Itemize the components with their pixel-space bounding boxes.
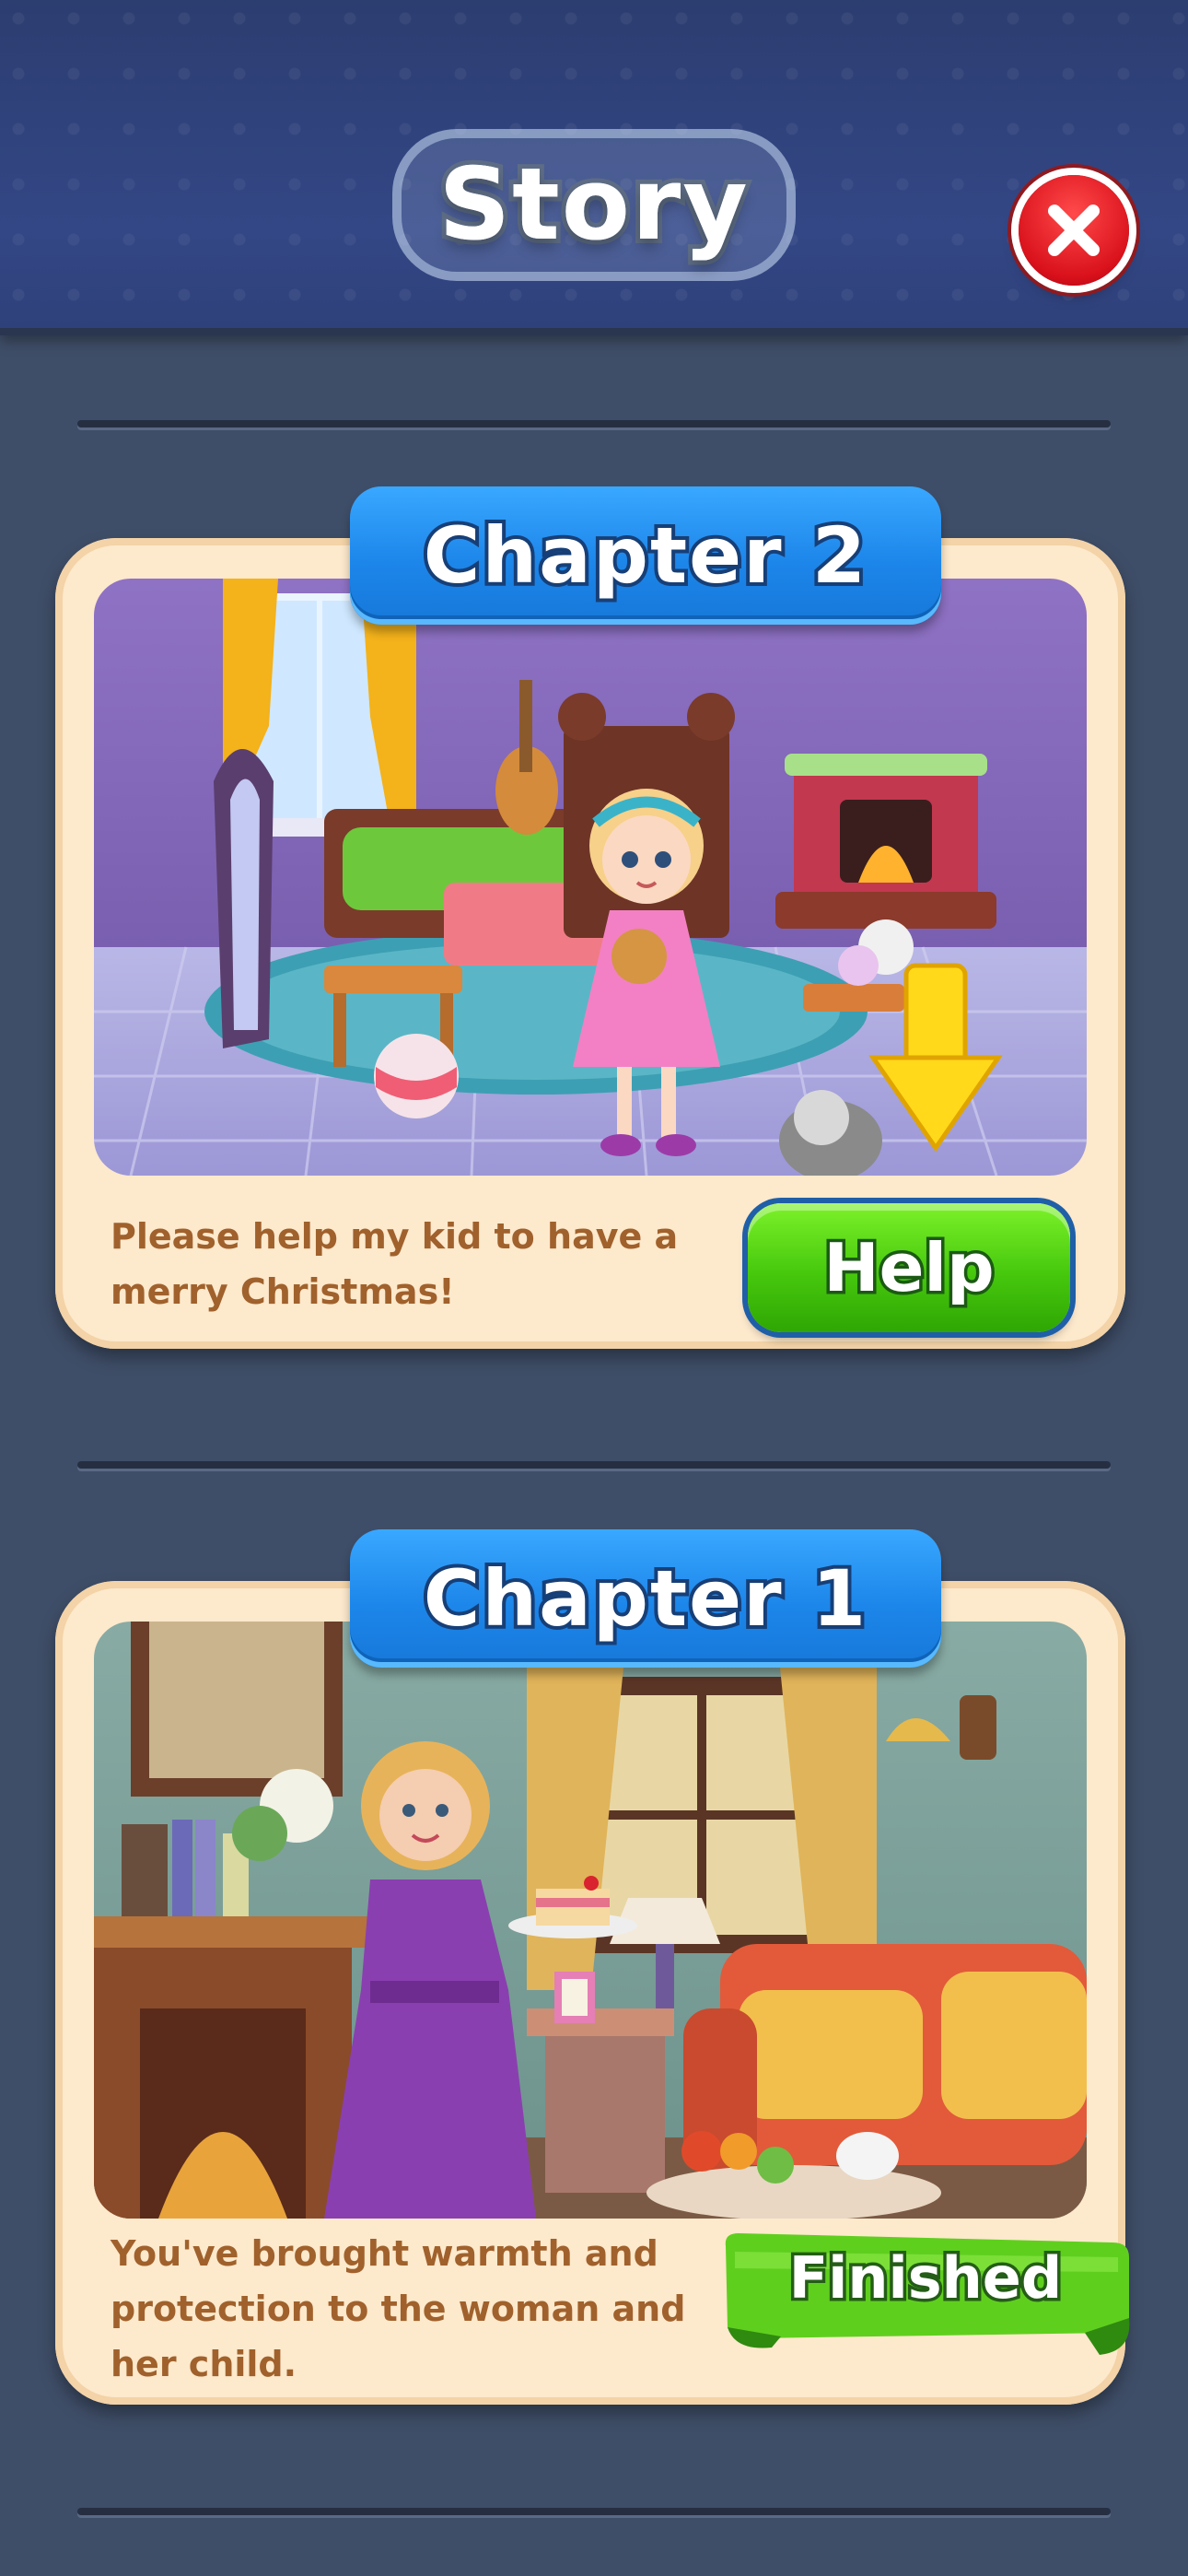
divider xyxy=(77,420,1111,427)
chapter-card-2: Chapter 2 Please help my kid to have a m… xyxy=(55,486,1125,1349)
chapter-1-description: You've brought warmth and protection to … xyxy=(111,2226,685,2392)
chapter-2-title: Chapter 2 xyxy=(420,507,870,604)
chapter-1-description-line-3: her child. xyxy=(111,2344,297,2384)
help-button[interactable]: Help xyxy=(748,1203,1070,1332)
chapter-1-description-line-2: protection to the woman and xyxy=(111,2289,686,2329)
kids-bedroom-illustration xyxy=(94,579,1087,1176)
chapter-1-description-line-1: You've brought warmth and xyxy=(111,2233,658,2274)
chapter-1-image[interactable] xyxy=(94,1622,1087,2219)
close-icon xyxy=(1048,205,1100,256)
living-room-illustration xyxy=(94,1622,1087,2219)
page-title-text: Story xyxy=(402,138,786,272)
chapter-2-description-line-2: merry Christmas! xyxy=(111,1271,455,1312)
chapter-1-banner: Chapter 1 xyxy=(350,1529,941,1668)
page-title: Story xyxy=(0,138,1188,272)
header-bar: Story xyxy=(0,0,1188,328)
chapter-2-image[interactable] xyxy=(94,579,1087,1176)
chapter-1-title: Chapter 1 xyxy=(420,1550,870,1647)
chapter-2-description: Please help my kid to have a merry Chris… xyxy=(111,1209,678,1319)
help-button-label: Help xyxy=(821,1226,997,1310)
chapter-2-description-line-1: Please help my kid to have a xyxy=(111,1216,679,1257)
finished-badge: Finished xyxy=(716,2230,1135,2359)
divider xyxy=(77,2508,1111,2515)
close-button[interactable] xyxy=(1019,175,1129,286)
divider xyxy=(77,1461,1111,1469)
chapter-2-banner: Chapter 2 xyxy=(350,486,941,625)
finished-label: Finished xyxy=(786,2242,1065,2315)
